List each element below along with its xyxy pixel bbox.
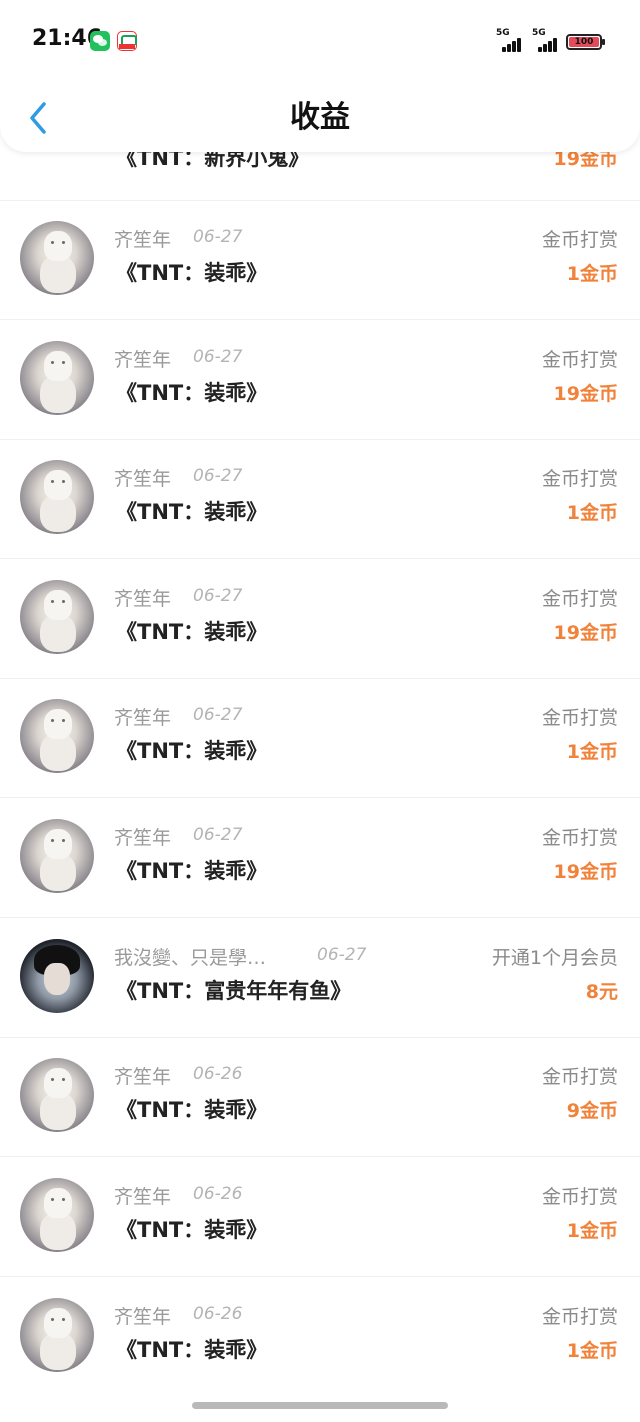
item-amount: 19金币 [553,383,618,405]
item-type: 金币打赏 [541,229,618,251]
item-title: 《TNT：富贵年年有鱼》 [116,979,352,1003]
avatar [20,341,94,415]
page-title: 收益 [290,100,350,135]
item-type: 金币打赏 [541,1306,618,1328]
signal-1-icon: 5G [496,28,522,52]
avatar [20,580,94,654]
list-item[interactable]: 齐笙年 06-26 《TNT：装乖》 金币打赏 1金币 [0,1276,640,1396]
status-bar: 21:46 5G 5G 100 [0,0,640,80]
item-type: 金币打赏 [541,707,618,729]
item-amount: 19金币 [553,622,618,644]
item-title: 《TNT：装乖》 [116,739,268,763]
network-label: 5G [532,28,546,38]
avatar [20,1298,94,1372]
network-label: 5G [496,28,510,38]
item-type: 金币打赏 [541,1186,618,1208]
user-name: 齐笙年 [114,468,172,490]
signal-2-icon: 5G [532,28,558,52]
item-amount: 1金币 [566,263,618,285]
item-date: 06-27 [193,586,243,606]
avatar [20,1178,94,1252]
item-amount: 8元 [585,981,618,1003]
battery-level: 100 [574,37,594,47]
item-amount: 1金币 [566,502,618,524]
item-title: 《TNT：装乖》 [116,381,268,405]
list-item[interactable]: 齐笙年 06-27 《TNT：装乖》 金币打赏 19金币 [0,558,640,679]
item-type: 金币打赏 [541,1066,618,1088]
item-title: 《TNT：装乖》 [116,620,268,644]
item-amount: 1金币 [566,1340,618,1362]
item-amount: 19金币 [553,861,618,883]
item-type: 开通1个月会员 [491,947,618,969]
avatar [20,460,94,534]
list-item[interactable]: 齐笙年 06-27 《TNT：装乖》 金币打赏 1金币 [0,199,640,320]
app-notification-icon [117,31,137,51]
list-item[interactable]: 齐笙年 06-26 《TNT：装乖》 金币打赏 1金币 [0,1156,640,1277]
item-title: 《TNT：装乖》 [116,1338,268,1362]
item-amount: 1金币 [566,1220,618,1242]
avatar [20,221,94,295]
avatar [20,1058,94,1132]
item-title: 《TNT：装乖》 [116,261,268,285]
avatar [20,939,94,1013]
list-item[interactable]: 齐笙年 06-27 《TNT：装乖》 金币打赏 1金币 [0,438,640,559]
user-name: 齐笙年 [114,1306,172,1328]
item-title: 《TNT：装乖》 [116,1098,268,1122]
list-item[interactable]: 齐笙年 06-26 《TNT：装乖》 金币打赏 9金币 [0,1036,640,1157]
item-type: 金币打赏 [541,827,618,849]
user-name: 齐笙年 [114,827,172,849]
avatar [20,819,94,893]
item-title: 《TNT：装乖》 [116,859,268,883]
item-date: 06-27 [193,705,243,725]
item-title: 《TNT：装乖》 [116,500,268,524]
item-date: 06-27 [193,466,243,486]
battery-icon: 100 [566,34,605,50]
user-name: 齐笙年 [114,707,172,729]
item-date: 06-27 [193,347,243,367]
item-title: 《TNT：装乖》 [116,1218,268,1242]
item-amount: 9金币 [566,1100,618,1122]
list-item[interactable]: 齐笙年 06-27 《TNT：装乖》 金币打赏 19金币 [0,319,640,440]
list-item[interactable]: 我沒變、只是學… 06-27 《TNT：富贵年年有鱼》 开通1个月会员 8元 [0,917,640,1038]
item-date: 06-27 [193,227,243,247]
item-amount: 1金币 [566,741,618,763]
item-date: 06-27 [317,945,367,965]
user-name: 齐笙年 [114,229,172,251]
user-name: 齐笙年 [114,349,172,371]
list-item[interactable]: 齐笙年 06-27 《TNT：装乖》 金币打赏 19金币 [0,797,640,918]
item-date: 06-26 [193,1064,243,1084]
user-name: 齐笙年 [114,588,172,610]
home-indicator[interactable] [192,1402,448,1409]
item-type: 金币打赏 [541,349,618,371]
item-date: 06-27 [193,825,243,845]
nav-header: 21:46 5G 5G 100 收益 [0,0,640,152]
user-name: 齐笙年 [114,1066,172,1088]
wechat-icon [90,31,110,51]
list-item[interactable]: 齐笙年 06-27 《TNT：装乖》 金币打赏 1金币 [0,677,640,798]
user-name: 齐笙年 [114,1186,172,1208]
user-name: 我沒變、只是學… [114,947,267,969]
item-date: 06-26 [193,1304,243,1324]
item-type: 金币打赏 [541,468,618,490]
avatar [20,699,94,773]
item-date: 06-26 [193,1184,243,1204]
item-type: 金币打赏 [541,588,618,610]
